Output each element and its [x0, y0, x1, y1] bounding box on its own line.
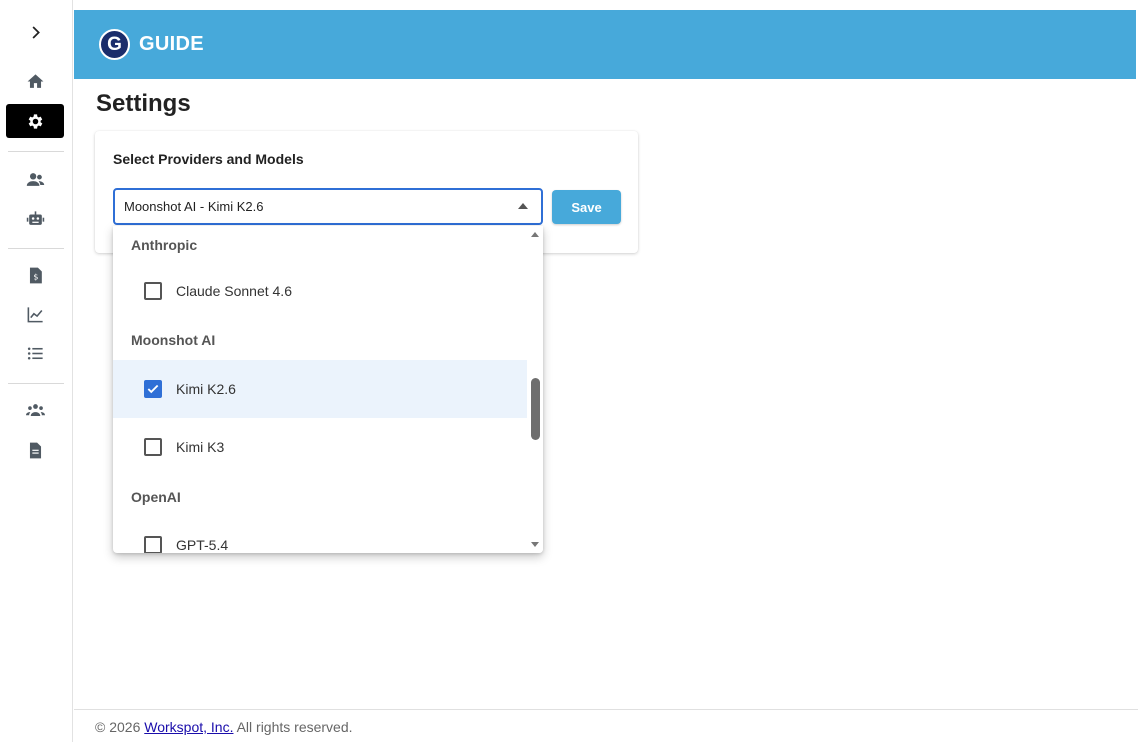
chevron-right-icon [32, 25, 40, 39]
svg-text:$: $ [33, 272, 38, 281]
sidebar-divider [8, 383, 64, 384]
app-header: G GUIDE [74, 10, 1136, 79]
sidebar-item-users[interactable] [6, 162, 64, 196]
robot-icon [26, 210, 44, 225]
option-kimi-k2-6[interactable]: Kimi K2.6 [113, 360, 527, 418]
footer-divider [74, 709, 1138, 710]
logo-badge: G [99, 29, 130, 60]
users-icon [26, 172, 44, 186]
file-icon [29, 442, 41, 458]
dropdown-scrollbar[interactable] [527, 226, 543, 553]
page-title: Settings [96, 90, 191, 117]
footer-company-link[interactable]: Workspot, Inc. [144, 719, 233, 735]
save-button[interactable]: Save [552, 190, 621, 224]
checkbox-unchecked-icon[interactable] [144, 438, 162, 456]
option-label: Claude Sonnet 4.6 [176, 283, 292, 299]
logo-letter: G [107, 33, 122, 55]
gear-icon [28, 113, 42, 129]
option-gpt-5-4[interactable]: GPT-5.4 [113, 516, 527, 553]
footer-copyright: © 2026 [95, 719, 145, 735]
sidebar-item-billing[interactable]: $ [6, 258, 64, 292]
sidebar-item-list[interactable] [6, 336, 64, 370]
checkbox-checked-icon[interactable] [144, 380, 162, 398]
providers-label: Select Providers and Models [113, 151, 304, 167]
checkbox-unchecked-icon[interactable] [144, 536, 162, 553]
sidebar-item-analytics[interactable] [6, 297, 64, 331]
model-dropdown-list: Anthropic Claude Sonnet 4.6 Moonshot AI … [113, 226, 543, 553]
option-claude-sonnet[interactable]: Claude Sonnet 4.6 [113, 262, 527, 320]
sidebar-item-agents[interactable] [6, 201, 64, 235]
sidebar-item-settings[interactable] [6, 104, 64, 138]
option-label: Kimi K3 [176, 439, 225, 455]
list-icon [27, 346, 43, 360]
sidebar-expand-button[interactable] [6, 15, 64, 49]
invoice-icon: $ [29, 267, 42, 283]
home-icon [27, 73, 43, 88]
sidebar-item-documents[interactable] [6, 433, 64, 467]
option-label: GPT-5.4 [176, 537, 229, 553]
app-name: GUIDE [139, 33, 204, 55]
sidebar-divider [8, 151, 64, 152]
sidebar-item-groups[interactable] [6, 393, 64, 427]
model-select-value: Moonshot AI - Kimi K2.6 [124, 199, 264, 214]
model-select[interactable]: Moonshot AI - Kimi K2.6 [113, 188, 543, 225]
group-header-openai: OpenAI [131, 489, 181, 505]
sidebar-item-home[interactable] [6, 64, 64, 98]
group-header-anthropic: Anthropic [131, 237, 198, 253]
scroll-down-arrow-icon[interactable] [531, 542, 539, 547]
option-label: Kimi K2.6 [176, 381, 236, 397]
option-kimi-k3[interactable]: Kimi K3 [113, 418, 527, 476]
sidebar: $ [0, 0, 73, 742]
sidebar-divider [8, 248, 64, 249]
scroll-up-arrow-icon[interactable] [531, 232, 539, 237]
chart-line-icon [27, 306, 43, 322]
group-header-moonshot: Moonshot AI [131, 332, 216, 348]
footer-rights: All rights reserved. [233, 719, 353, 735]
caret-up-icon [518, 203, 528, 209]
checkbox-unchecked-icon[interactable] [144, 282, 162, 300]
group-icon [25, 403, 45, 416]
footer: © 2026 Workspot, Inc. All rights reserve… [95, 719, 353, 735]
scrollbar-thumb[interactable] [531, 378, 540, 440]
